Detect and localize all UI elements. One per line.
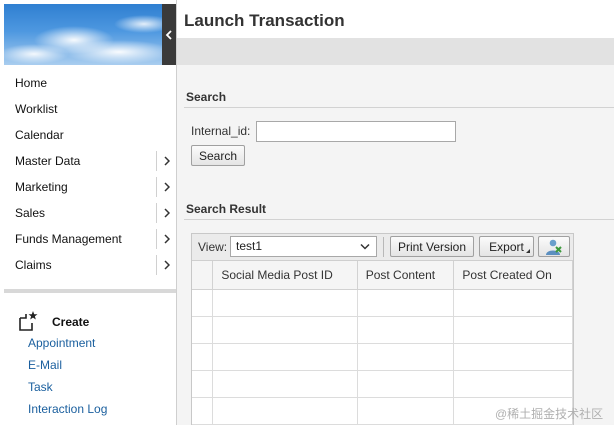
new-document-star-icon bbox=[19, 311, 38, 331]
result-table: View: test1 Print Version Export Social … bbox=[191, 233, 574, 425]
result-grid: Social Media Post ID Post Content Post C… bbox=[192, 261, 573, 425]
table-row[interactable] bbox=[192, 289, 573, 317]
result-toolbar: View: test1 Print Version Export bbox=[192, 234, 573, 261]
internal-id-input[interactable] bbox=[256, 121, 456, 142]
create-title: Create bbox=[52, 315, 90, 329]
row-selector-cell[interactable] bbox=[192, 316, 214, 344]
column-header-post-id[interactable]: Social Media Post ID bbox=[212, 261, 358, 290]
search-button[interactable]: Search bbox=[191, 145, 245, 166]
create-header: Create bbox=[4, 306, 176, 332]
nav-item-label: Funds Management bbox=[15, 232, 122, 246]
sidebar-divider bbox=[4, 289, 176, 293]
nav-item-label: Claims bbox=[15, 258, 52, 272]
header-row: Social Media Post ID Post Content Post C… bbox=[192, 261, 573, 290]
nav-item-calendar[interactable]: Calendar bbox=[4, 122, 176, 148]
nav-item-label: Calendar bbox=[15, 128, 64, 142]
table-cell bbox=[212, 343, 358, 371]
table-cell bbox=[212, 316, 358, 344]
chevron-right-icon bbox=[163, 182, 170, 192]
dropdown-indicator-icon bbox=[526, 249, 530, 253]
personalize-button[interactable] bbox=[538, 236, 570, 257]
table-cell bbox=[357, 289, 455, 317]
view-select-value: test1 bbox=[236, 239, 263, 253]
chevron-right-icon bbox=[163, 234, 170, 244]
nav-item-label: Home bbox=[15, 76, 48, 90]
row-selector-cell[interactable] bbox=[192, 343, 214, 371]
table-cell bbox=[453, 343, 573, 371]
nav-item-master-data[interactable]: Master Data bbox=[4, 148, 176, 174]
chevron-down-icon bbox=[360, 243, 370, 250]
print-version-button[interactable]: Print Version bbox=[390, 236, 474, 257]
nav-item-label: Marketing bbox=[15, 180, 68, 194]
header-strip bbox=[177, 38, 614, 65]
nav-item-sales[interactable]: Sales bbox=[4, 200, 176, 226]
export-button-label: Export bbox=[489, 239, 524, 254]
expand-marketing-button[interactable] bbox=[156, 177, 176, 197]
expand-claims-button[interactable] bbox=[156, 255, 176, 275]
page-title: Launch Transaction bbox=[184, 11, 345, 30]
table-row[interactable] bbox=[192, 370, 573, 398]
search-section-divider bbox=[184, 107, 614, 108]
search-section-title: Search bbox=[186, 90, 227, 104]
select-all-cell[interactable] bbox=[192, 261, 214, 290]
chevron-right-icon bbox=[163, 156, 170, 166]
table-cell bbox=[357, 316, 455, 344]
sidebar: Home Worklist Calendar Master Data Marketing… bbox=[0, 0, 177, 425]
table-cell bbox=[453, 316, 573, 344]
result-section-title: Search Result bbox=[186, 202, 267, 216]
nav-item-label: Worklist bbox=[15, 102, 58, 116]
column-header-post-created-on[interactable]: Post Created On bbox=[453, 261, 573, 290]
main-content: Launch Transaction Search Internal_id: S… bbox=[177, 0, 614, 425]
create-link-task[interactable]: Task bbox=[4, 376, 176, 398]
nav-item-claims[interactable]: Claims bbox=[4, 252, 176, 278]
table-cell bbox=[453, 370, 573, 398]
table-row[interactable] bbox=[192, 343, 573, 371]
chevron-right-icon bbox=[163, 208, 170, 218]
table-cell bbox=[212, 289, 358, 317]
row-selector-cell[interactable] bbox=[192, 289, 214, 317]
nav-item-marketing[interactable]: Marketing bbox=[4, 174, 176, 200]
nav-item-worklist[interactable]: Worklist bbox=[4, 96, 176, 122]
table-cell bbox=[357, 397, 455, 425]
chevron-left-icon bbox=[165, 29, 172, 40]
sky-banner-image bbox=[4, 4, 162, 65]
chevron-right-icon bbox=[163, 260, 170, 270]
create-link-interaction-log[interactable]: Interaction Log bbox=[4, 398, 176, 420]
table-row[interactable] bbox=[192, 316, 573, 344]
create-panel: Create Appointment E-Mail Task Interacti… bbox=[4, 306, 176, 420]
table-cell bbox=[212, 370, 358, 398]
table-cell bbox=[357, 370, 455, 398]
nav-item-label: Sales bbox=[15, 206, 46, 220]
sidebar-nav: Home Worklist Calendar Master Data Marketing… bbox=[4, 70, 176, 278]
column-header-post-content[interactable]: Post Content bbox=[357, 261, 455, 290]
internal-id-label: Internal_id: bbox=[191, 124, 251, 138]
view-select[interactable]: test1 bbox=[230, 236, 377, 257]
expand-funds-management-button[interactable] bbox=[156, 229, 176, 249]
table-cell bbox=[453, 289, 573, 317]
nav-item-home[interactable]: Home bbox=[4, 70, 176, 96]
title-bar: Launch Transaction bbox=[177, 0, 614, 38]
table-cell bbox=[357, 343, 455, 371]
create-link-email[interactable]: E-Mail bbox=[4, 354, 176, 376]
expand-sales-button[interactable] bbox=[156, 203, 176, 223]
view-label: View: bbox=[198, 240, 228, 254]
collapse-sidebar-button[interactable] bbox=[162, 4, 176, 65]
watermark: @稀土掘金技术社区 bbox=[495, 407, 604, 421]
user-settings-icon bbox=[546, 239, 562, 255]
create-link-appointment[interactable]: Appointment bbox=[4, 332, 176, 354]
result-section-divider bbox=[184, 219, 614, 220]
table-cell bbox=[212, 397, 358, 425]
grid-body bbox=[192, 289, 573, 425]
expand-master-data-button[interactable] bbox=[156, 151, 176, 171]
row-selector-cell[interactable] bbox=[192, 370, 214, 398]
row-selector-cell[interactable] bbox=[192, 397, 214, 425]
toolbar-separator bbox=[383, 237, 384, 257]
nav-item-label: Master Data bbox=[15, 154, 81, 168]
nav-item-funds-management[interactable]: Funds Management bbox=[4, 226, 176, 252]
export-button[interactable]: Export bbox=[479, 236, 534, 257]
